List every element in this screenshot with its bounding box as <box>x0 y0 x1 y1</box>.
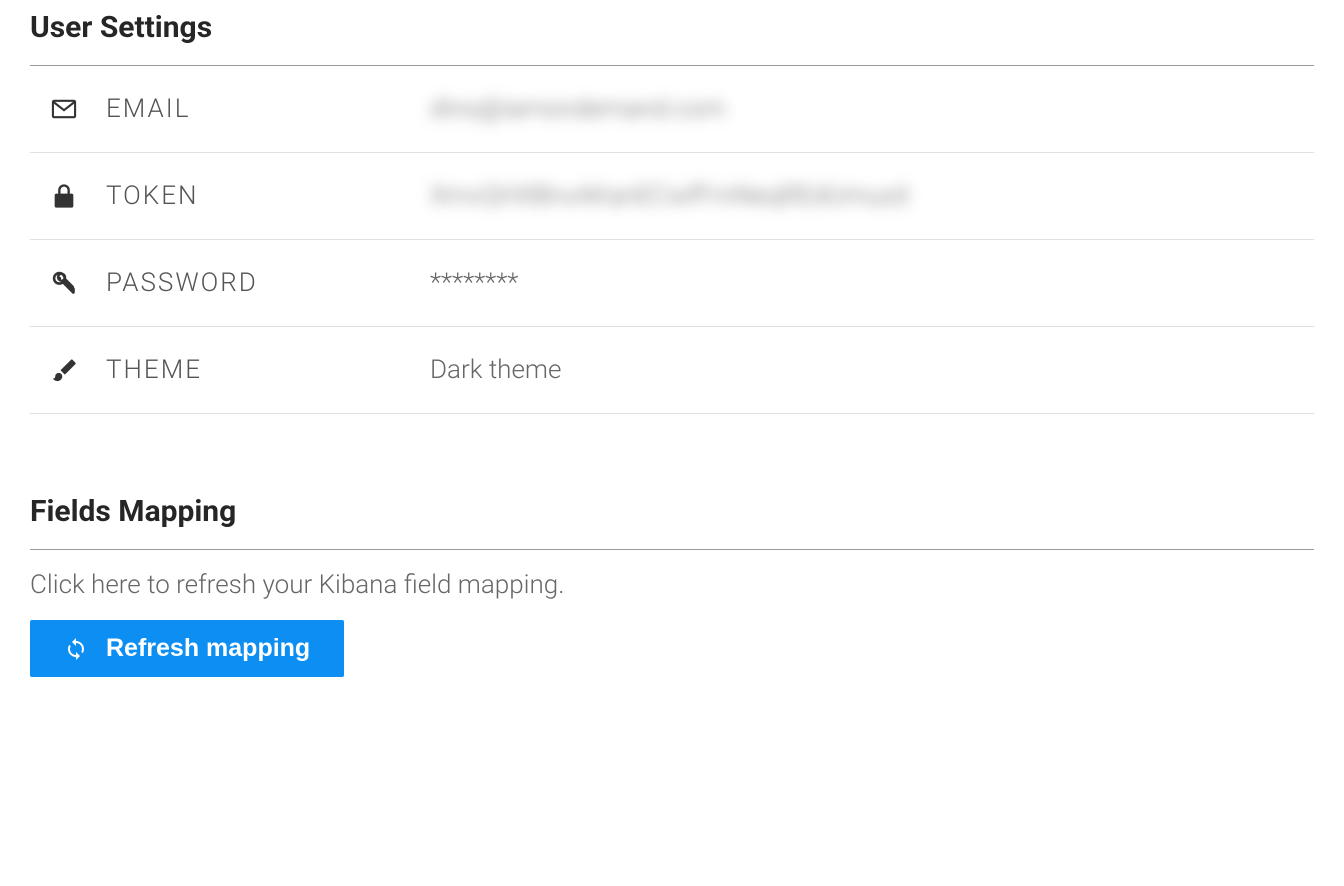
token-label-cell: TOKEN <box>30 181 430 211</box>
refresh-mapping-label: Refresh mapping <box>106 634 310 663</box>
key-icon <box>50 269 78 297</box>
token-label: TOKEN <box>106 181 198 211</box>
fields-mapping-description: Click here to refresh your Kibana field … <box>30 570 1314 600</box>
section-divider-2 <box>30 549 1314 550</box>
paint-brush-icon <box>50 356 78 384</box>
fields-mapping-title: Fields Mapping <box>30 494 1314 529</box>
theme-label: THEME <box>106 355 202 385</box>
refresh-icon <box>64 637 88 661</box>
email-value: dino@iamondemand.com <box>430 94 726 124</box>
password-value: ******** <box>430 268 518 298</box>
email-label-cell: EMAIL <box>30 94 430 124</box>
password-label: PASSWORD <box>106 268 258 298</box>
theme-value: Dark theme <box>430 355 561 385</box>
theme-label-cell: THEME <box>30 355 430 385</box>
password-label-cell: PASSWORD <box>30 268 430 298</box>
refresh-mapping-button[interactable]: Refresh mapping <box>30 620 344 677</box>
user-settings-table: EMAIL dino@iamondemand.com TOKEN XmvQHXB… <box>30 66 1314 414</box>
settings-row-theme[interactable]: THEME Dark theme <box>30 327 1314 414</box>
email-label: EMAIL <box>106 94 190 124</box>
envelope-icon <box>50 95 78 123</box>
settings-row-email[interactable]: EMAIL dino@iamondemand.com <box>30 66 1314 153</box>
token-value: XmvQHXBnvAKanECwfFmNeqREdUmuzd <box>430 181 908 211</box>
settings-row-token[interactable]: TOKEN XmvQHXBnvAKanECwfFmNeqREdUmuzd <box>30 153 1314 240</box>
user-settings-title: User Settings <box>30 10 1314 45</box>
settings-row-password[interactable]: PASSWORD ******** <box>30 240 1314 327</box>
lock-icon <box>50 182 78 210</box>
